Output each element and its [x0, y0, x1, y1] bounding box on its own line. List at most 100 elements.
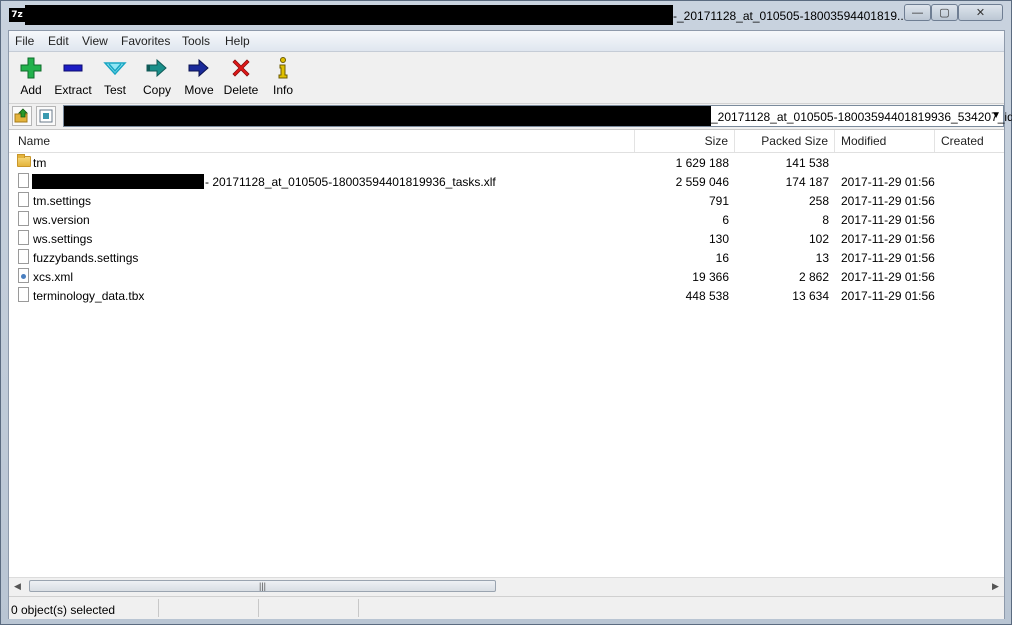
extract-icon: [63, 64, 83, 72]
window-title: -_20171128_at_010505-18003594401819...: [673, 9, 907, 23]
file-size: 16: [715, 251, 729, 265]
list-item[interactable]: xcs.xml 19 366 2 862 2017-11-29 01:56: [9, 267, 1004, 286]
list-item[interactable]: terminology_data.tbx 448 538 13 634 2017…: [9, 286, 1004, 305]
menu-tools[interactable]: Tools: [182, 34, 210, 48]
file-name: terminology_data.tbx: [33, 289, 145, 303]
column-size[interactable]: Size: [635, 130, 735, 152]
title-bar[interactable]: 7z -_20171128_at_010505-18003594401819..…: [1, 1, 1011, 29]
add-button[interactable]: Add: [9, 56, 53, 102]
file-name: fuzzybands.settings: [33, 251, 139, 265]
file-icon: [18, 287, 29, 302]
status-selected-text: 0 object(s) selected: [11, 603, 116, 617]
info-label: Info: [272, 83, 293, 97]
column-name[interactable]: Name: [9, 130, 635, 152]
list-item[interactable]: tm 1 629 188 141 538: [9, 153, 1004, 172]
file-size: 6: [722, 213, 729, 227]
scroll-left-icon[interactable]: ◀: [9, 578, 26, 595]
path-text: _20171128_at_010505-18003594401819936_53…: [711, 110, 1012, 124]
file-packed-size: 141 538: [785, 156, 829, 170]
file-list[interactable]: Name Size Packed Size Modified Created t…: [9, 129, 1004, 578]
close-button[interactable]: ✕: [958, 4, 1003, 21]
toolbar: Add Extract Test Copy Move Delete Info: [9, 52, 1004, 104]
file-icon: [18, 173, 29, 188]
file-icon: [18, 211, 29, 226]
app-logo-icon[interactable]: 7z: [9, 8, 25, 22]
info-button[interactable]: Info: [261, 56, 305, 102]
list-header: Name Size Packed Size Modified Created: [9, 130, 1004, 153]
file-packed-size: 13 634: [792, 289, 829, 303]
archive-icon: [39, 109, 53, 123]
list-item[interactable]: ws.settings 130 102 2017-11-29 01:56: [9, 229, 1004, 248]
move-label: Move: [184, 83, 214, 97]
horizontal-scrollbar[interactable]: ◀ ||| ▶: [9, 577, 1004, 595]
xml-file-icon: [18, 268, 29, 283]
copy-button[interactable]: Copy: [135, 56, 179, 102]
file-size: 791: [708, 194, 729, 208]
file-modified: 2017-11-29 01:56: [841, 289, 935, 303]
menu-edit[interactable]: Edit: [48, 34, 69, 48]
file-size: 448 538: [685, 289, 729, 303]
file-packed-size: 102: [808, 232, 829, 246]
extract-label: Extract: [54, 83, 92, 97]
main-client: File Edit View Favorites Tools Help Add …: [8, 30, 1012, 619]
add-label: Add: [20, 83, 42, 97]
file-name: tm.settings: [33, 194, 92, 208]
list-item[interactable]: ws.version 6 8 2017-11-29 01:56: [9, 210, 1004, 229]
list-item[interactable]: - 20171128_at_010505-18003594401819936_t…: [9, 172, 1004, 191]
scroll-right-icon[interactable]: ▶: [987, 578, 1004, 595]
test-label: Test: [103, 83, 126, 97]
extract-button[interactable]: Extract: [51, 56, 95, 102]
file-size: 1 629 188: [675, 156, 729, 170]
archive-type-button[interactable]: [36, 106, 56, 126]
maximize-button[interactable]: ▢: [931, 4, 958, 21]
move-button[interactable]: Move: [177, 56, 221, 102]
status-panel-4: [359, 599, 1004, 617]
file-packed-size: 2 862: [798, 270, 829, 284]
menu-bar: File Edit View Favorites Tools Help: [9, 31, 1004, 52]
minimize-button[interactable]: —: [904, 4, 931, 21]
delete-button[interactable]: Delete: [219, 56, 263, 102]
column-created[interactable]: Created: [935, 130, 1004, 152]
test-icon: [103, 62, 127, 76]
file-size: 130: [708, 232, 729, 246]
file-icon: [18, 230, 29, 245]
info-icon: [278, 57, 288, 79]
column-modified[interactable]: Modified: [835, 130, 935, 152]
file-packed-size: 13: [815, 251, 829, 265]
file-name: xcs.xml: [33, 270, 73, 284]
chevron-down-icon[interactable]: ▼: [991, 110, 1001, 121]
menu-view[interactable]: View: [82, 34, 108, 48]
list-item[interactable]: tm.settings 791 258 2017-11-29 01:56: [9, 191, 1004, 210]
file-name: ws.settings: [33, 232, 93, 246]
address-bar: _20171128_at_010505-18003594401819936_53…: [9, 104, 1012, 128]
file-icon: [18, 249, 29, 264]
status-bar: 0 object(s) selected: [9, 596, 1004, 619]
menu-file[interactable]: File: [15, 34, 34, 48]
list-item[interactable]: fuzzybands.settings 16 13 2017-11-29 01:…: [9, 248, 1004, 267]
menu-help[interactable]: Help: [225, 34, 250, 48]
file-name: ws.version: [33, 213, 90, 227]
test-button[interactable]: Test: [93, 56, 137, 102]
file-icon: [18, 192, 29, 207]
file-modified: 2017-11-29 01:56: [841, 270, 935, 284]
folder-up-icon: [14, 108, 28, 123]
copy-icon: [146, 58, 167, 78]
app-window: 7z -_20171128_at_010505-18003594401819..…: [0, 0, 1012, 625]
status-panel-3: [259, 599, 359, 617]
delete-icon: [232, 59, 250, 77]
add-icon: [20, 57, 42, 79]
status-panel-2: [159, 599, 259, 617]
file-modified: 2017-11-29 01:56: [841, 251, 935, 265]
status-selection: 0 object(s) selected: [9, 599, 159, 617]
menu-favorites[interactable]: Favorites: [121, 34, 170, 48]
redacted-title: [25, 5, 673, 25]
file-modified: 2017-11-29 01:56: [841, 232, 935, 246]
scroll-thumb[interactable]: |||: [29, 580, 496, 592]
file-packed-size: 258: [808, 194, 829, 208]
path-combobox[interactable]: _20171128_at_010505-18003594401819936_53…: [63, 105, 1012, 127]
redacted-name: [32, 174, 204, 189]
column-packed-size[interactable]: Packed Size: [735, 130, 835, 152]
redacted-path: [64, 106, 711, 126]
file-modified: 2017-11-29 01:56: [841, 175, 935, 189]
up-folder-button[interactable]: [12, 106, 32, 126]
